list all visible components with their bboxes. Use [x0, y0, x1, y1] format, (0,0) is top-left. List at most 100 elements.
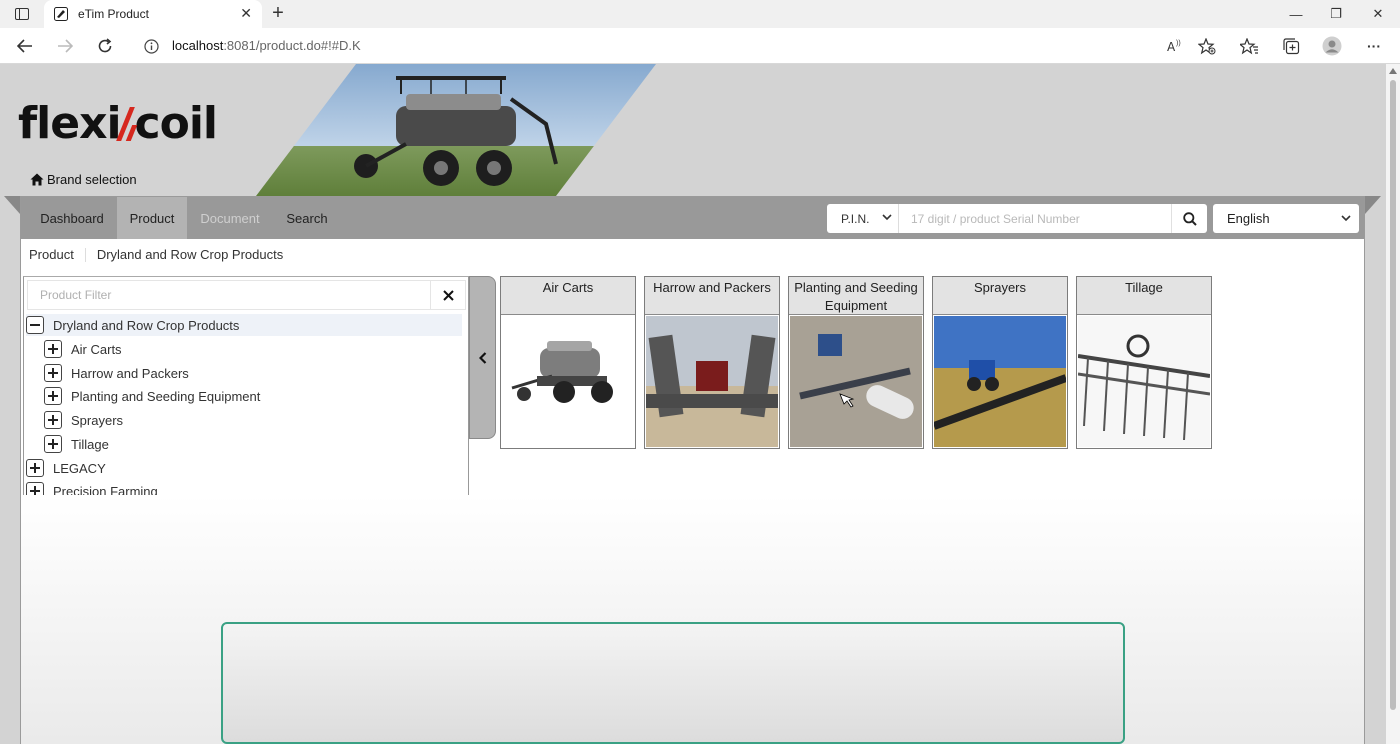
url-text[interactable]: localhost:8081/product.do#!#D.K [172, 38, 361, 53]
tab-actions-icon[interactable] [14, 7, 30, 21]
page-viewport: flexi coil Brand selection Dashboard Pro… [0, 64, 1386, 744]
svg-text:)): )) [1176, 40, 1181, 47]
address-bar: localhost:8081/product.do#!#D.K A)) ··· [0, 28, 1400, 64]
url-host: localhost [172, 38, 224, 53]
forward-icon[interactable] [56, 37, 74, 55]
brand-selection-label: Brand selection [47, 172, 137, 187]
collections-icon[interactable] [1282, 37, 1300, 55]
tree-item-label: Tillage [71, 436, 109, 452]
scroll-up-icon[interactable] [1389, 68, 1397, 74]
language-select[interactable]: English [1213, 204, 1359, 233]
tillage-image [1078, 316, 1210, 447]
tree-item-planting-seeding[interactable]: Planting and Seeding Equipment [44, 385, 260, 407]
chevron-down-icon [882, 214, 892, 221]
breadcrumb: Product Dryland and Row Crop Products [29, 247, 283, 262]
nav-search[interactable]: Search [273, 197, 341, 239]
refresh-icon[interactable] [96, 37, 114, 55]
category-card-tillage[interactable]: Tillage [1076, 276, 1212, 449]
card-title: Tillage [1077, 277, 1211, 315]
expand-icon[interactable] [44, 411, 62, 429]
home-icon [30, 173, 44, 186]
harrow-packers-image [646, 316, 778, 447]
expand-icon[interactable] [44, 435, 62, 453]
page-icon [54, 7, 68, 21]
more-options-icon[interactable]: ··· [1364, 36, 1384, 56]
clear-filter-button[interactable] [430, 280, 466, 310]
tab-close-icon[interactable]: ✕ [240, 5, 252, 22]
category-card-air-carts[interactable]: Air Carts [500, 276, 636, 449]
maximize-button[interactable]: ❐ [1316, 4, 1356, 24]
tree-item-air-carts[interactable]: Air Carts [44, 338, 122, 360]
tree-item-tillage[interactable]: Tillage [44, 433, 109, 455]
pin-type-value: P.I.N. [841, 211, 870, 226]
back-icon[interactable] [16, 37, 34, 55]
category-card-planting-seeding[interactable]: Planting and Seeding Equipment [788, 276, 924, 449]
scrollbar-thumb[interactable] [1390, 80, 1396, 710]
read-aloud-icon[interactable]: A)) [1166, 37, 1184, 55]
tree-item-harrow-packers[interactable]: Harrow and Packers [44, 362, 189, 384]
air-carts-image [502, 316, 634, 447]
planting-seeding-image [790, 316, 922, 447]
expand-icon[interactable] [44, 387, 62, 405]
corner-decoration-right [1365, 196, 1381, 214]
search-icon [1182, 211, 1197, 226]
info-icon[interactable] [142, 37, 160, 55]
tree-item-label: Dryland and Row Crop Products [53, 317, 240, 333]
tree-item-label: LEGACY [53, 460, 106, 476]
minimize-button[interactable]: — [1276, 4, 1316, 24]
logo-text-left: flexi [18, 98, 122, 149]
card-title: Harrow and Packers [645, 277, 779, 315]
serial-number-input[interactable] [899, 204, 1171, 233]
logo-slash-icon [122, 109, 134, 139]
product-filter-input[interactable] [27, 280, 430, 310]
profile-avatar-icon[interactable] [1322, 36, 1342, 56]
tree-item-dryland[interactable]: Dryland and Row Crop Products [26, 314, 462, 336]
breadcrumb-current: Dryland and Row Crop Products [96, 247, 284, 262]
browser-tab[interactable]: eTim Product ✕ [44, 0, 262, 28]
nav-document[interactable]: Document [187, 197, 273, 239]
brand-selection-link[interactable]: Brand selection [30, 172, 137, 187]
chevron-down-icon [1341, 215, 1351, 222]
info-panel [221, 622, 1125, 744]
search-button[interactable] [1171, 204, 1207, 233]
new-tab-button[interactable]: + [268, 2, 288, 24]
favorites-icon[interactable] [1240, 37, 1258, 55]
flexicoil-logo: flexi coil [18, 98, 218, 149]
pin-type-select[interactable]: P.I.N. [827, 204, 899, 233]
tree-item-legacy[interactable]: LEGACY [26, 457, 106, 479]
logo-text-right: coil [134, 98, 218, 149]
url-path: :8081/product.do#!#D.K [223, 38, 361, 53]
tree-item-label: Planting and Seeding Equipment [71, 388, 261, 404]
tree-item-sprayers[interactable]: Sprayers [44, 409, 123, 431]
expand-icon[interactable] [44, 364, 62, 382]
browser-tab-bar: eTim Product ✕ + — ❐ ✕ [0, 0, 1400, 28]
collapse-panel-button[interactable] [469, 276, 496, 439]
svg-text:A: A [1167, 40, 1176, 53]
close-window-button[interactable]: ✕ [1358, 4, 1398, 24]
language-value: English [1227, 211, 1270, 226]
air-cart-illustration [354, 76, 558, 186]
collapse-icon[interactable] [26, 316, 44, 334]
nav-product[interactable]: Product [117, 197, 187, 239]
add-favorite-icon[interactable] [1198, 37, 1216, 55]
tree-item-label: Sprayers [71, 412, 124, 428]
category-card-sprayers[interactable]: Sprayers [932, 276, 1068, 449]
corner-decoration-left [4, 196, 20, 214]
tree-item-label: Harrow and Packers [71, 365, 189, 381]
tab-title: eTim Product [78, 7, 149, 21]
card-title: Air Carts [501, 277, 635, 315]
expand-icon[interactable] [26, 459, 44, 477]
sprayers-image [934, 316, 1066, 447]
category-card-harrow-packers[interactable]: Harrow and Packers [644, 276, 780, 449]
expand-icon[interactable] [44, 340, 62, 358]
breadcrumb-product[interactable]: Product [29, 247, 74, 262]
main-content-panel: Dashboard Product Document Search P.I.N.… [20, 196, 1365, 744]
tree-item-label: Air Carts [71, 341, 122, 357]
card-title: Planting and Seeding Equipment [789, 277, 923, 315]
close-icon [442, 289, 454, 301]
nav-dashboard[interactable]: Dashboard [27, 197, 117, 239]
breadcrumb-separator [84, 248, 86, 262]
product-tree-panel: Dryland and Row Crop Products Air Carts … [23, 276, 469, 512]
main-navbar: Dashboard Product Document Search P.I.N.… [21, 197, 1364, 239]
card-title: Sprayers [933, 277, 1067, 315]
